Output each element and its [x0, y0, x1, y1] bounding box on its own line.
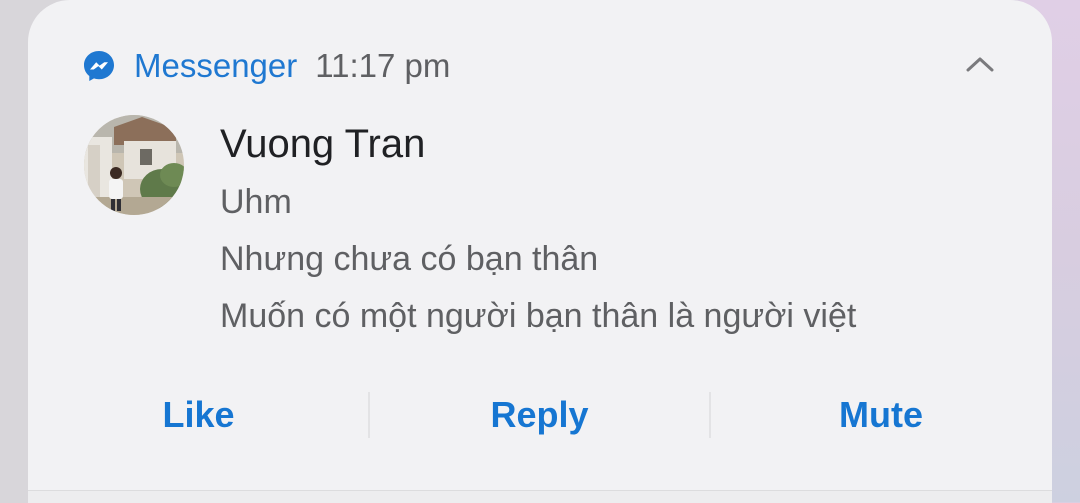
- next-notification-edge: [28, 490, 1052, 503]
- notification-actions: Like Reply Mute: [28, 380, 1052, 450]
- messenger-icon: [82, 49, 116, 83]
- message-line: Muốn có một người bạn thân là người việt: [220, 297, 857, 335]
- notification-time: 11:17 pm: [315, 47, 451, 84]
- notification-card[interactable]: Messenger 11:17 pm Vuong Tran Uhm Nhưng …: [28, 0, 1052, 490]
- sender-name: Vuong Tran: [220, 122, 426, 166]
- notification-header: Messenger 11:17 pm: [82, 44, 450, 88]
- collapse-button[interactable]: [952, 44, 1008, 88]
- chevron-up-icon: [965, 55, 995, 78]
- message-line: Uhm: [220, 183, 292, 221]
- avatar: [84, 115, 184, 215]
- mute-button[interactable]: Mute: [710, 380, 1052, 450]
- reply-button[interactable]: Reply: [369, 380, 710, 450]
- app-name: Messenger: [134, 47, 298, 84]
- like-button[interactable]: Like: [28, 380, 369, 450]
- message-line: Nhưng chưa có bạn thân: [220, 240, 599, 278]
